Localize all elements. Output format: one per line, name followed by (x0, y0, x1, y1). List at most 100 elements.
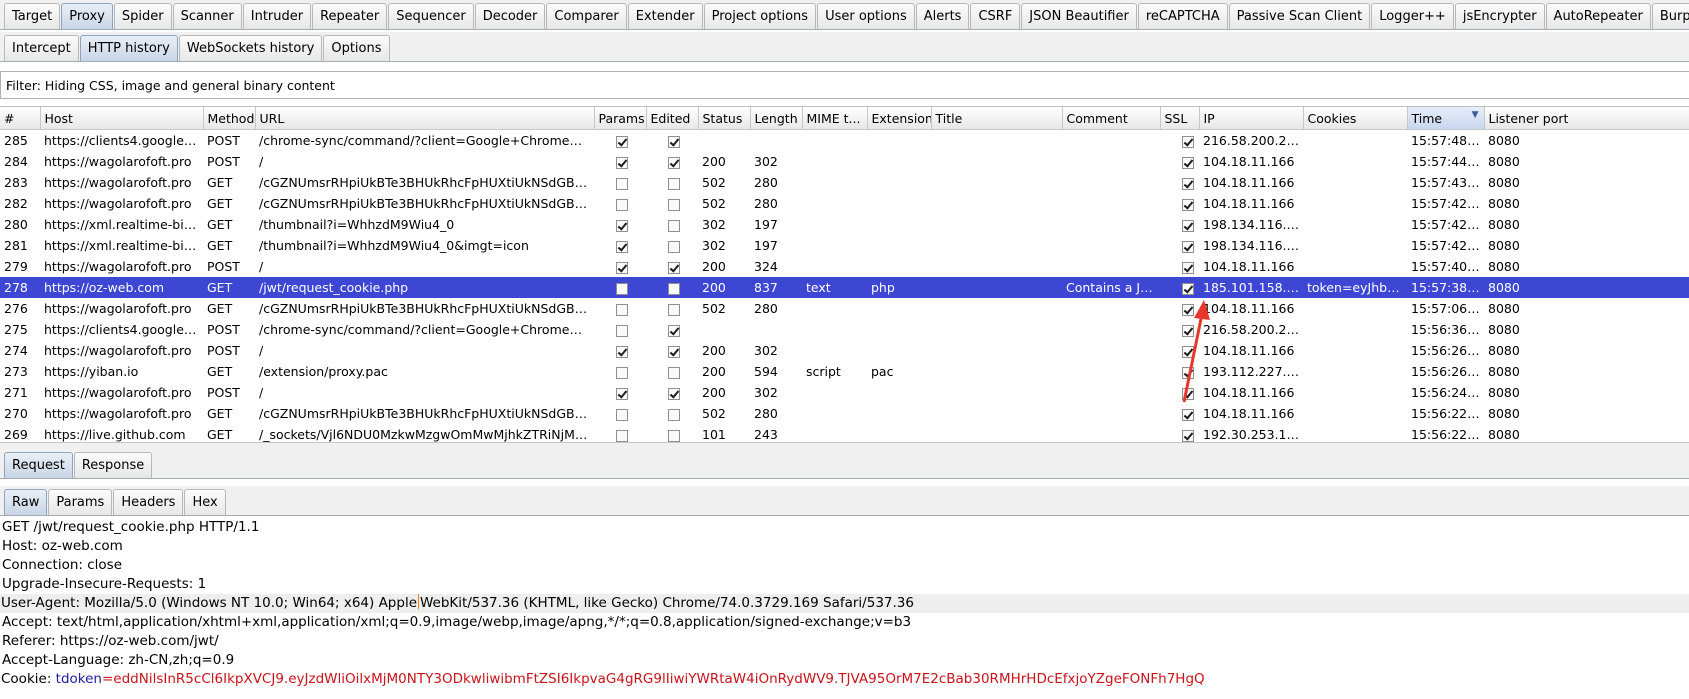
tab-decoder[interactable]: Decoder (474, 3, 546, 29)
column-header-num[interactable]: # (0, 107, 41, 130)
tab-intruder[interactable]: Intruder (242, 3, 312, 29)
tab-autorepeater[interactable]: AutoRepeater (1545, 3, 1651, 29)
cell-num: 273 (4, 364, 28, 379)
cell-params (594, 340, 646, 361)
edited-checkbox (668, 366, 680, 379)
cell-host: https://xml.realtime-bid.com (44, 238, 203, 253)
tab-recaptcha[interactable]: reCAPTCHA (1137, 3, 1228, 29)
cell-port: 8080 (1488, 301, 1520, 316)
column-header-edited[interactable]: Edited (646, 107, 699, 130)
tab-project-options[interactable]: Project options (703, 3, 817, 29)
cell-host: https://xml.realtime-bid.com (44, 217, 203, 232)
ssl-checkbox (1182, 177, 1194, 190)
edited-checkbox (668, 135, 680, 148)
tab-spider[interactable]: Spider (113, 3, 172, 29)
raw-request-editor[interactable]: GET /jwt/request_cookie.php HTTP/1.1 Host… (0, 518, 1689, 689)
column-header-comment[interactable]: Comment (1062, 107, 1161, 130)
tab-sequencer[interactable]: Sequencer (388, 3, 474, 29)
column-header-params[interactable]: Params (594, 107, 647, 130)
column-header-url[interactable]: URL (255, 107, 595, 130)
cell-cookies (1303, 130, 1407, 152)
cell-edited (646, 340, 698, 361)
column-header-cookies[interactable]: Cookies (1303, 107, 1408, 130)
tab-json-beautifier[interactable]: JSON Beautifier (1021, 3, 1137, 29)
column-header-host[interactable]: Host (40, 107, 204, 130)
cell-ssl (1160, 172, 1199, 193)
view-tab-params[interactable]: Params (48, 489, 113, 515)
cell-params (594, 319, 646, 340)
cell-status: 200 (702, 364, 726, 379)
tab-jsencrypter[interactable]: jsEncrypter (1454, 3, 1545, 29)
tab-request[interactable]: Request (4, 452, 73, 478)
tab-response[interactable]: Response (73, 452, 153, 478)
tab-csrf[interactable]: CSRF (970, 3, 1021, 29)
column-header-listener-port[interactable]: Listener port (1484, 107, 1689, 130)
table-row[interactable]: 274 https://wagolarofoft.pro POST/200 302 10… (0, 340, 1689, 361)
cell-port: 8080 (1488, 322, 1520, 337)
cell-method: GET (207, 301, 233, 316)
table-row[interactable]: 285 https://clients4.google.com POST/chrom… (0, 130, 1689, 152)
cell-comment (1062, 424, 1160, 443)
tab-extender[interactable]: Extender (627, 3, 703, 29)
column-header-title[interactable]: Title (931, 107, 1063, 130)
table-row[interactable]: 283 https://wagolarofoft.pro GET/cGZNUmsrR… (0, 172, 1689, 193)
table-row[interactable]: 271 https://wagolarofoft.pro POST/200 302 10… (0, 382, 1689, 403)
cell-title (931, 340, 1062, 361)
column-header-length[interactable]: Length (750, 107, 803, 130)
column-header-time[interactable]: Time ▼ (1407, 107, 1485, 130)
subtab-intercept[interactable]: Intercept (4, 35, 79, 61)
cell-mime (802, 403, 867, 424)
table-row[interactable]: 269 https://live.github.com GET /_sockets/V… (0, 424, 1689, 443)
cell-mime (802, 130, 867, 152)
cell-comment (1062, 340, 1160, 361)
subtab-options[interactable]: Options (323, 35, 390, 61)
table-row[interactable]: 281 https://xml.realtime-bid.com GET/thumb… (0, 235, 1689, 256)
table-row[interactable]: 278 https://oz-web.com GET/jwt/request_coo… (0, 277, 1689, 298)
column-header-method[interactable]: Method (203, 107, 256, 130)
cookie-value: =eddNilsInR5cCl6IkpXVCJ9.eyJzdWliOilxMjM… (102, 671, 1205, 687)
cell-length: 280 (754, 196, 778, 211)
cell-status: 200 (702, 385, 726, 400)
view-tab-hex[interactable]: Hex (184, 489, 226, 515)
params-checkbox (616, 429, 628, 442)
tab-user-options[interactable]: User options (817, 3, 915, 29)
table-row[interactable]: 284 https://wagolarofoft.pro POST / 200 302 10… (0, 151, 1689, 172)
tab-alerts[interactable]: Alerts (915, 3, 970, 29)
column-header-mime-t[interactable]: MIME t... (802, 107, 868, 130)
column-header-extension[interactable]: Extension (867, 107, 932, 130)
tab-burp-bounty[interactable]: Burp Bounty (1651, 3, 1689, 29)
cell-ext (867, 235, 931, 256)
cell-comment (1062, 319, 1160, 340)
cell-host: https://wagolarofoft.pro (44, 343, 192, 358)
cell-status: 101 (702, 427, 726, 442)
cookie-name: tdoken (55, 671, 102, 687)
view-tab-raw[interactable]: Raw (4, 489, 48, 515)
tab-passive-scan-client[interactable]: Passive Scan Client (1228, 3, 1371, 29)
subtab-http-history[interactable]: HTTP history (79, 35, 178, 61)
filter-bar[interactable]: Filter: Hiding CSS, image and general bi… (0, 71, 1689, 99)
table-row[interactable]: 279 https://wagolarofoft.pro POST / 200 324 10… (0, 256, 1689, 277)
table-row[interactable]: 276 https://wagolarofoft.pro GET/cGZNUmsrR… (0, 298, 1689, 319)
tab-repeater[interactable]: Repeater (312, 3, 388, 29)
table-row[interactable]: 270 https://wagolarofoft.pro GET/cGZNUmsrR… (0, 403, 1689, 424)
pane-splitter[interactable] (0, 442, 1689, 449)
table-row[interactable]: 273 https://yiban.io GET/extension/proxy.p… (0, 361, 1689, 382)
tab-scanner[interactable]: Scanner (172, 3, 242, 29)
cell-mime (802, 172, 867, 193)
params-checkbox (616, 156, 628, 169)
cell-mime (802, 319, 867, 340)
tab-target[interactable]: Target (4, 3, 61, 29)
view-tab-headers[interactable]: Headers (113, 489, 184, 515)
column-header-status[interactable]: Status (698, 107, 751, 130)
tab-proxy[interactable]: Proxy (61, 3, 113, 29)
table-row[interactable]: 282 https://wagolarofoft.pro GET/cGZNUmsrR… (0, 193, 1689, 214)
table-row[interactable]: 280 https://xml.realtime-bid.com GET/thumb… (0, 214, 1689, 235)
table-row[interactable]: 275 https://clients4.google.com POST/chrom… (0, 319, 1689, 340)
column-header-ip[interactable]: IP (1199, 107, 1304, 130)
cell-params (594, 172, 646, 193)
column-header-ssl[interactable]: SSL (1160, 107, 1200, 130)
tab-logger[interactable]: Logger++ (1371, 3, 1454, 29)
subtab-websockets-history[interactable]: WebSockets history (178, 35, 323, 61)
tab-comparer[interactable]: Comparer (546, 3, 627, 29)
cell-mime (802, 151, 867, 172)
